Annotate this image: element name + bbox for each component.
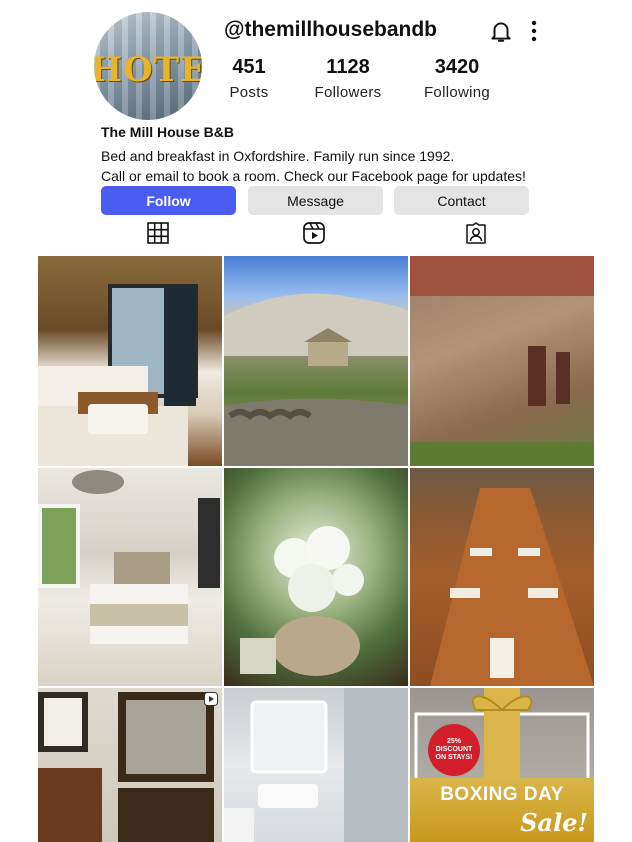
grid-icon[interactable] [146,221,170,245]
stat-followers-label: Followers [314,84,382,101]
tagged-icon[interactable] [464,221,488,245]
post-image-flint-wall [410,256,594,466]
post-thumbnail[interactable] [38,688,222,842]
stat-following[interactable]: 3420 Following [418,56,496,101]
post-thumbnail[interactable] [224,688,408,842]
promo-subtitle: Sale! [520,808,588,837]
post-image-dining-table [430,488,594,686]
badge-line-1: 25% DISCOUNT [435,738,473,753]
post-thumbnail[interactable] [410,468,594,686]
stat-followers-value: 1128 [326,56,370,78]
post-image-guest-bedroom [38,470,220,644]
profile-avatar[interactable]: HOTEL [94,12,202,120]
stat-following-value: 3420 [434,56,480,78]
stat-posts-value: 451 [232,56,266,78]
post-thumbnail[interactable] [38,468,222,686]
stat-posts[interactable]: 451 Posts [224,56,274,101]
bell-icon[interactable] [488,18,514,44]
reels-icon[interactable] [302,221,326,245]
post-thumbnail[interactable] [224,468,408,686]
post-image-flowers [240,526,364,676]
post-image-framed-pictures [38,692,214,842]
post-thumbnail[interactable] [410,256,594,466]
promo-banner: BOXING DAY Sale! [410,778,594,842]
post-thumbnail[interactable] [224,256,408,466]
profile-handle: @themillhousebandb [224,18,437,41]
post-image-countryside [224,293,408,466]
more-vertical-icon[interactable] [526,18,542,44]
post-thumbnail[interactable] [38,256,222,466]
post-image-bedroom [38,284,198,466]
discount-badge: 25% DISCOUNT ON STAYS! [428,724,480,776]
message-button[interactable]: Message [248,186,383,215]
profile-display-name: The Mill House B&B [101,124,235,140]
post-image-bathroom [224,688,408,842]
stat-posts-label: Posts [229,84,269,101]
stat-followers[interactable]: 1128 Followers [310,56,386,101]
stat-following-label: Following [423,84,491,101]
profile-bio: Bed and breakfast in Oxfordshire. Family… [101,146,571,186]
promo-title: BOXING DAY [440,784,564,805]
bio-line-1: Bed and breakfast in Oxfordshire. Family… [101,148,455,164]
avatar-hotel-sign: HOTEL [94,50,202,90]
follow-button[interactable]: Follow [101,186,236,215]
contact-button[interactable]: Contact [394,186,529,215]
bio-line-2: Call or email to book a room. Check our … [101,168,526,184]
reel-indicator-icon [204,692,218,706]
post-thumbnail[interactable]: 25% DISCOUNT ON STAYS! BOXING DAY Sale! [410,688,594,842]
badge-line-2: ON STAYS! [435,754,473,761]
